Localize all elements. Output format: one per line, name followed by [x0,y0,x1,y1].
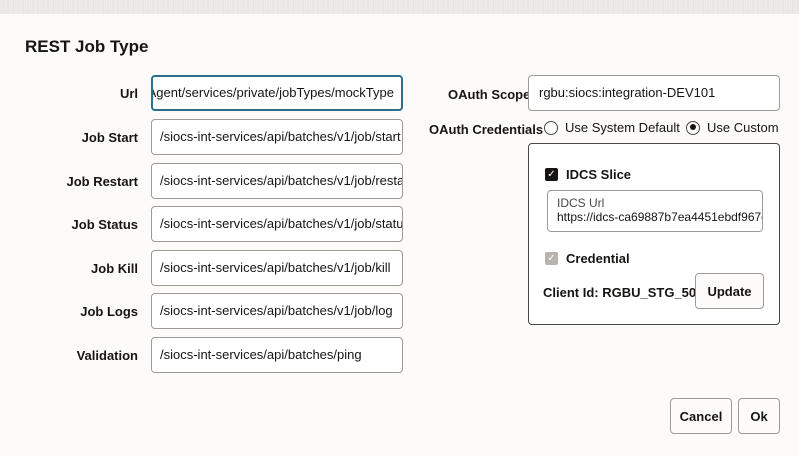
validation-field[interactable]: /siocs-int-services/api/batches/ping [151,337,403,373]
job-kill-field[interactable]: /siocs-int-services/api/batches/v1/job/k… [151,250,403,286]
job-kill-label: Job Kill [91,261,138,276]
job-logs-field[interactable]: /siocs-int-services/api/batches/v1/job/l… [151,293,403,329]
url-field[interactable]: /RGBU_CMAgent/services/private/jobTypes/… [151,75,403,111]
oauth-scope-label: OAuth Scope [448,87,531,102]
ok-button[interactable]: Ok [738,398,780,434]
job-status-label: Job Status [71,217,138,232]
credential-label: Credential [566,251,630,266]
idcs-slice-checkbox[interactable]: ✓ IDCS Slice [545,167,631,182]
job-start-label: Job Start [81,130,138,145]
idcs-slice-label: IDCS Slice [566,167,632,182]
background-strip [0,0,799,14]
idcs-url-label: IDCS Url [557,196,605,210]
validation-label: Validation [76,348,138,363]
radio-selected-icon [686,120,700,135]
client-id-text: Client Id: RGBU_STG_5009 [543,285,711,300]
idcs-url-field[interactable]: IDCS Url https://idcs-ca69887b7ea4451ebd… [547,190,763,232]
update-button[interactable]: Update [695,273,764,309]
radio-unselected-icon [544,120,558,135]
checkbox-checked-icon: ✓ [545,168,558,181]
dialog-title: REST Job Type [25,37,149,56]
credential-checkbox: ✓ Credential [545,251,630,266]
oauth-scope-field[interactable]: rgbu:siocs:integration-DEV101 [528,75,780,111]
job-status-field[interactable]: /siocs-int-services/api/batches/v1/job/s… [151,206,403,242]
oauth-credentials-label: OAuth Credentials [429,122,544,137]
radio-use-custom[interactable]: Use Custom [686,120,779,135]
idcs-url-value: https://idcs-ca69887b7ea4451ebdf967e [557,210,763,224]
radio-custom-label: Use Custom [707,120,779,135]
job-restart-field[interactable]: /siocs-int-services/api/batches/v1/job/r… [151,163,403,199]
cancel-button[interactable]: Cancel [670,398,732,434]
job-restart-label: Job Restart [66,174,138,189]
radio-system-label: Use System Default [565,120,680,135]
url-label: Url [119,86,138,101]
job-logs-label: Job Logs [80,304,138,319]
checkbox-checked-disabled-icon: ✓ [545,252,558,265]
radio-use-system-default[interactable]: Use System Default [544,120,680,135]
custom-credentials-panel: ✓ IDCS Slice IDCS Url https://idcs-ca698… [528,143,780,325]
job-start-field[interactable]: /siocs-int-services/api/batches/v1/job/s… [151,119,403,155]
